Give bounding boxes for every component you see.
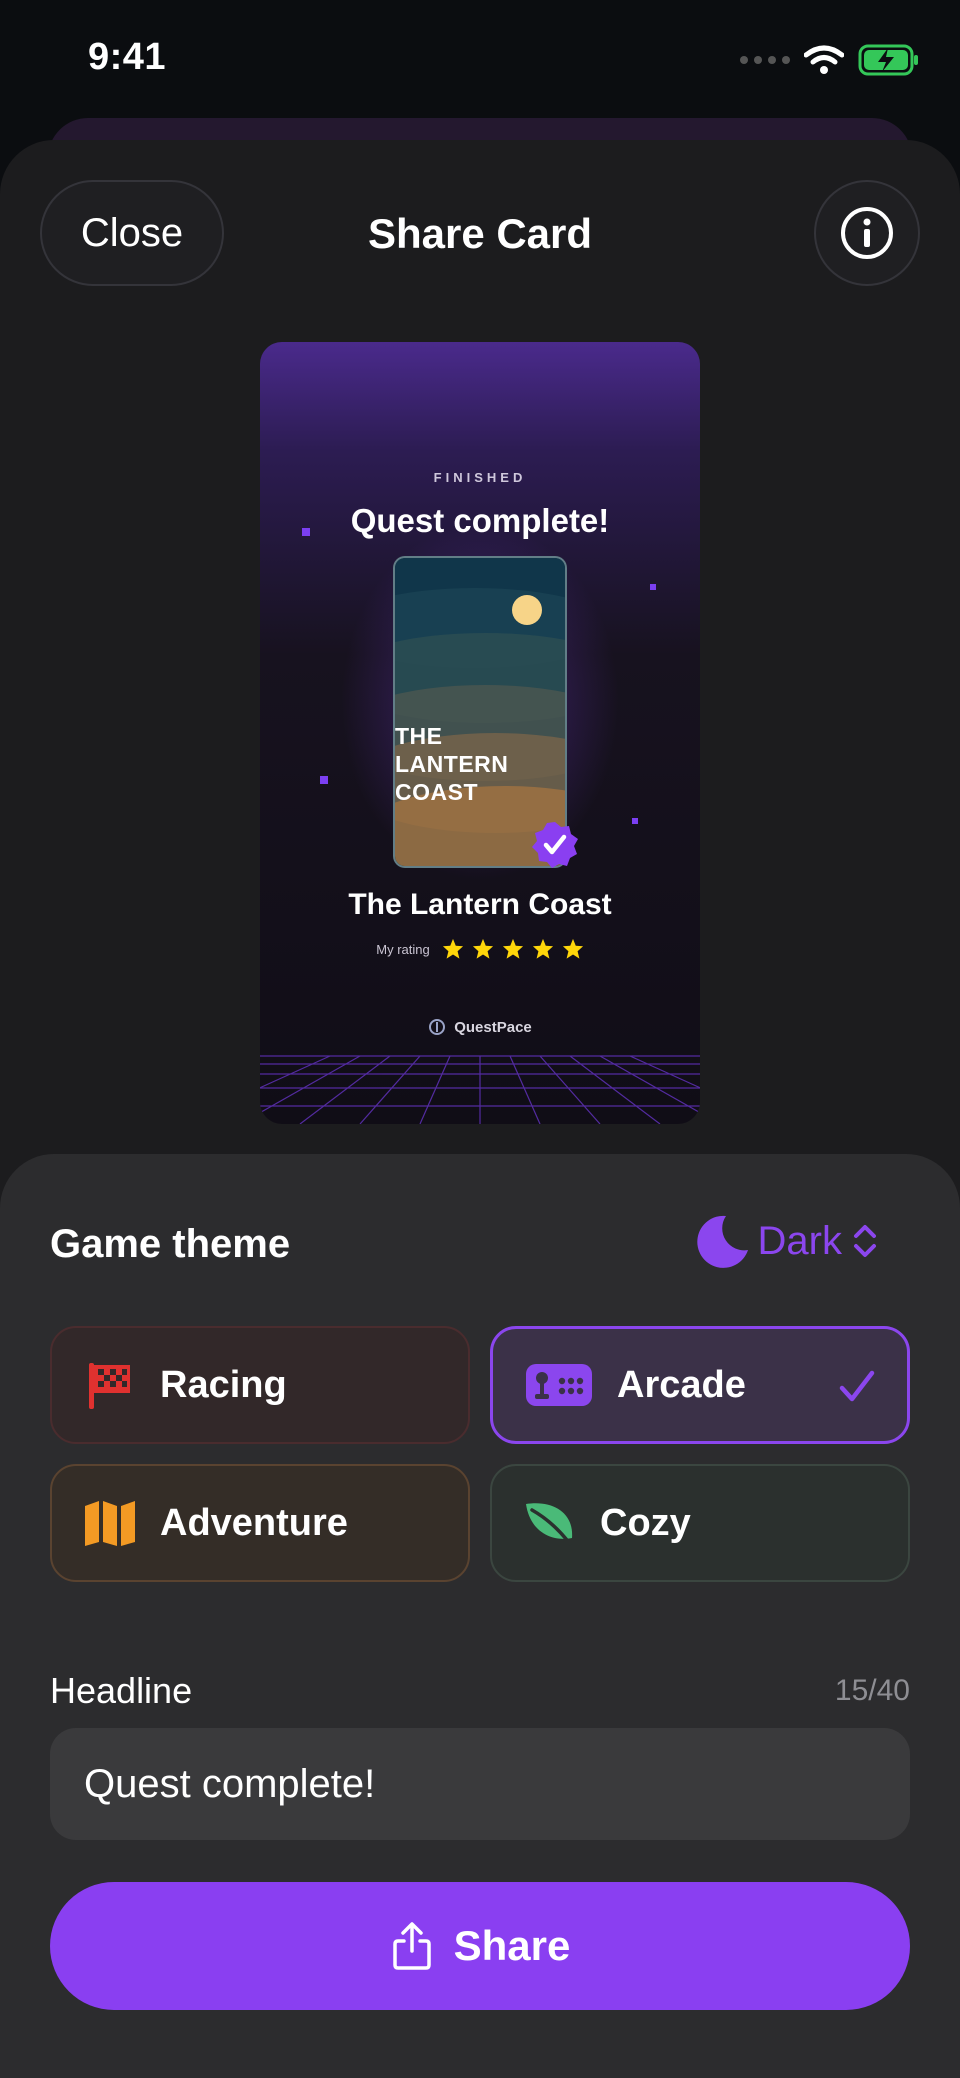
headline-label: Headline <box>50 1670 193 1711</box>
status-icons <box>740 44 920 76</box>
star-icon <box>532 938 553 959</box>
star-icon <box>472 938 493 959</box>
theme-option-cozy[interactable]: Cozy <box>490 1464 910 1582</box>
brand-name: QuestPace <box>454 1018 532 1036</box>
theme-option-label: Racing <box>160 1363 287 1406</box>
appearance-mode-picker[interactable]: Dark <box>692 1212 880 1270</box>
info-button[interactable] <box>814 180 920 286</box>
card-game-title: The Lantern Coast <box>348 888 612 921</box>
options-panel: Game theme Dark Racing Arcade Adventure … <box>0 1154 960 2078</box>
verified-badge-icon <box>532 822 578 868</box>
theme-option-label: Arcade <box>617 1363 746 1406</box>
theme-option-adventure[interactable]: Adventure <box>50 1464 470 1582</box>
theme-option-arcade[interactable]: Arcade <box>490 1326 910 1444</box>
status-time: 9:41 <box>88 36 167 78</box>
headline-input[interactable] <box>50 1728 910 1840</box>
questpace-logo-icon <box>429 1019 446 1035</box>
pixel-decoration <box>320 776 328 784</box>
checkmark-icon <box>839 1370 875 1402</box>
battery-charging-icon <box>858 44 918 76</box>
theme-option-label: Adventure <box>160 1501 348 1544</box>
rating-label: My rating <box>376 941 430 957</box>
pixel-decoration <box>632 818 638 824</box>
wifi-icon <box>804 45 844 74</box>
game-theme-title: Game theme <box>50 1222 291 1266</box>
card-headline: Quest complete! <box>350 502 610 539</box>
map-icon <box>82 1495 138 1551</box>
theme-option-label: Cozy <box>600 1501 691 1544</box>
appearance-mode-label: Dark <box>757 1218 842 1263</box>
share-card-preview: FINISHED Quest complete! THE LANTERN COA… <box>260 342 700 1124</box>
share-icon <box>392 1922 431 1970</box>
share-card-sheet: Close Share Card FINISHED Quest complete… <box>0 140 960 2078</box>
cover-title-line: COAST <box>395 779 478 805</box>
chevron-up-down-icon <box>854 1225 876 1257</box>
checkered-flag-icon <box>82 1357 138 1413</box>
cover-title: THE LANTERN COAST <box>395 722 508 806</box>
card-eyebrow: FINISHED <box>433 470 527 485</box>
moon-icon <box>696 1215 748 1268</box>
theme-option-racing[interactable]: Racing <box>50 1326 470 1444</box>
pixel-decoration <box>650 584 656 590</box>
leaf-icon <box>522 1495 578 1551</box>
star-icon <box>442 938 463 959</box>
cover-title-line: LANTERN <box>395 751 509 777</box>
arcade-controller-icon <box>523 1357 595 1413</box>
brand-row: QuestPace <box>260 1018 700 1036</box>
rating-row: My rating <box>260 938 700 960</box>
retro-grid-decoration <box>260 1055 700 1124</box>
headline-char-count: 15/40 <box>834 1674 910 1707</box>
share-button[interactable]: Share <box>50 1882 910 2010</box>
star-icon <box>562 938 583 959</box>
info-icon <box>841 207 893 259</box>
share-button-label: Share <box>453 1922 571 1969</box>
status-bar: 9:41 <box>0 0 960 120</box>
star-icon <box>502 938 523 959</box>
cellular-signal-icon <box>740 56 790 64</box>
cover-title-line: THE <box>395 723 443 749</box>
